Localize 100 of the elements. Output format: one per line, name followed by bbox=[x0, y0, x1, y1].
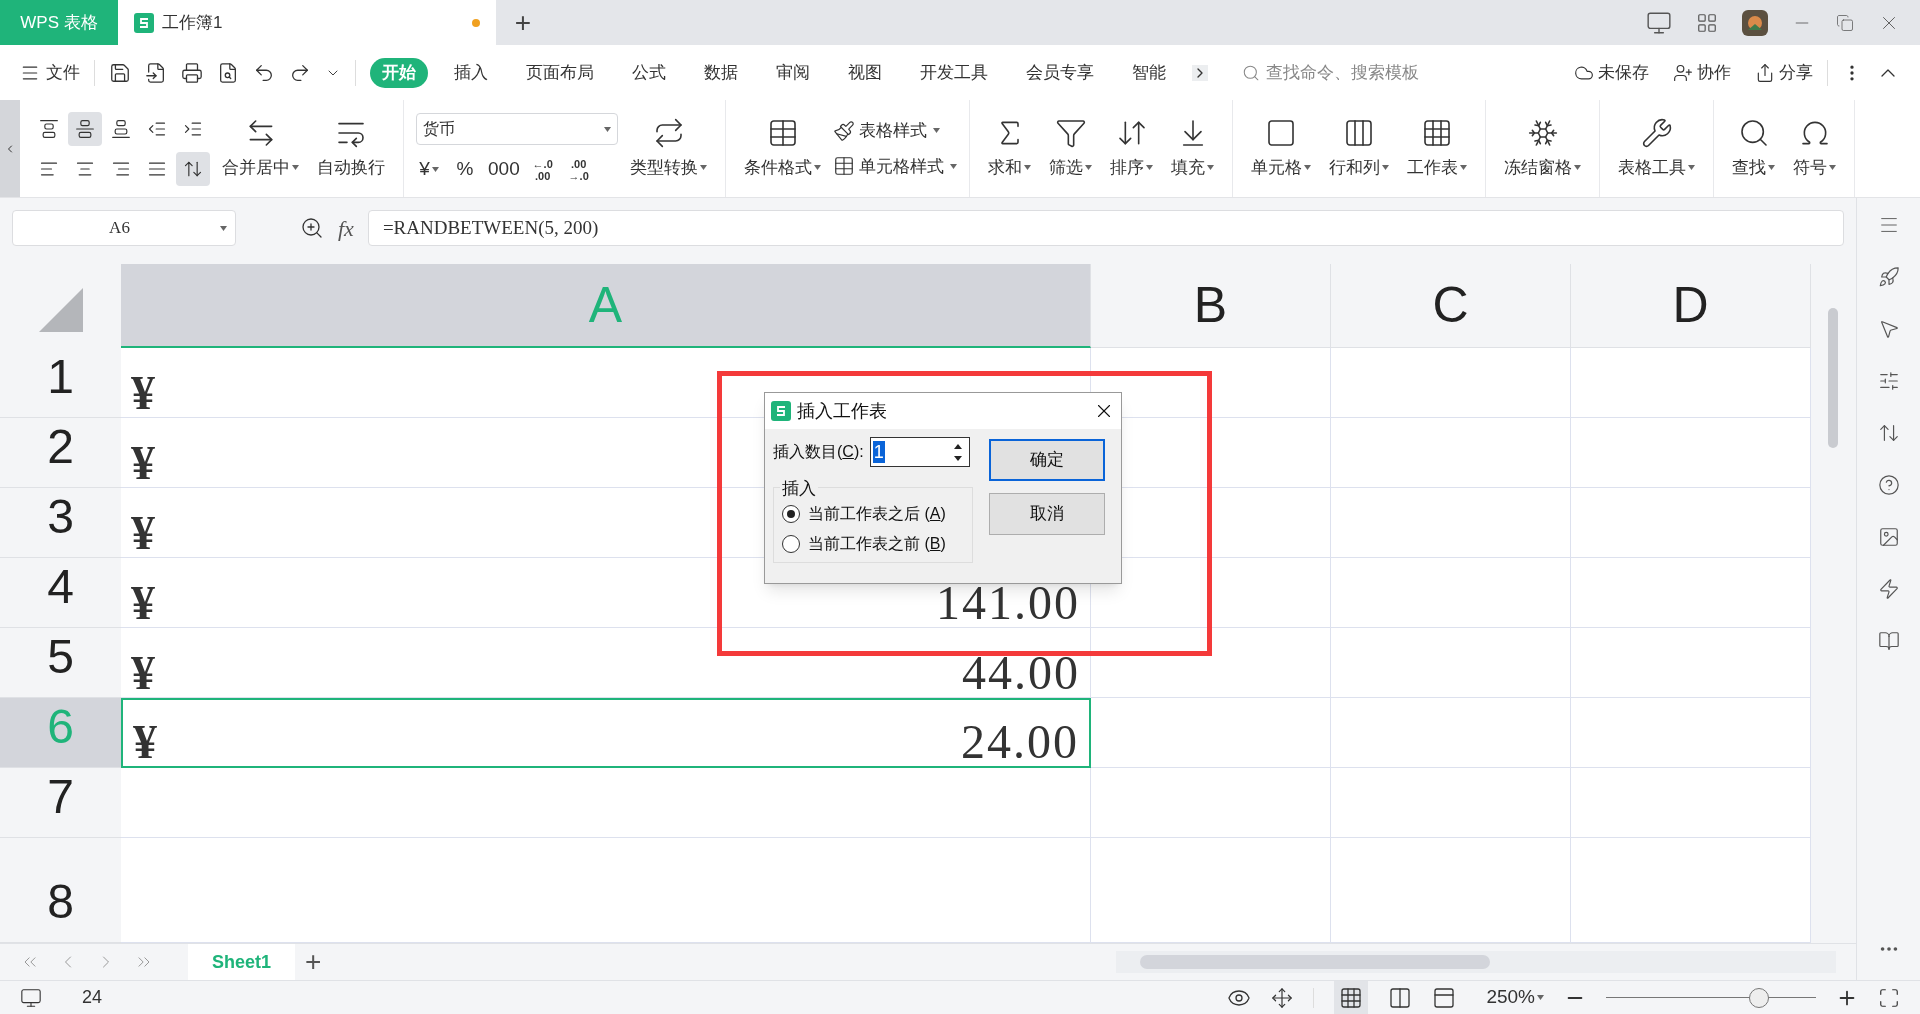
menu-tab[interactable]: 会员专享 bbox=[1014, 57, 1106, 88]
count-spin-field[interactable]: 1 bbox=[869, 437, 970, 467]
book-icon[interactable] bbox=[1877, 630, 1900, 652]
collapse-handle[interactable] bbox=[0, 100, 20, 197]
menu-tab[interactable]: 视图 bbox=[836, 57, 894, 88]
row-header[interactable]: 3 bbox=[0, 488, 121, 558]
table-cell[interactable] bbox=[1091, 628, 1331, 698]
table-cell[interactable] bbox=[1571, 768, 1811, 838]
table-cell[interactable] bbox=[1331, 558, 1571, 628]
ribbon-button[interactable]: 合并居中 bbox=[216, 106, 305, 191]
zoom-level-dropdown[interactable]: 250% bbox=[1486, 983, 1544, 1012]
table-cell[interactable] bbox=[1331, 488, 1571, 558]
command-search-field[interactable]: 查找命令、搜索模板 bbox=[1242, 59, 1502, 86]
table-cell[interactable] bbox=[1331, 698, 1571, 768]
align-button[interactable] bbox=[68, 111, 102, 146]
rocket-icon[interactable] bbox=[1877, 266, 1900, 288]
formula-field[interactable]: =RANDBETWEEN(5, 200) bbox=[367, 210, 1844, 246]
swap-icon[interactable] bbox=[1877, 422, 1900, 444]
image-icon[interactable] bbox=[1877, 526, 1900, 548]
ribbon-button[interactable]: 单元格样式 bbox=[833, 153, 957, 179]
macro-icon[interactable] bbox=[20, 986, 42, 1009]
row-header[interactable]: 5 bbox=[0, 628, 121, 698]
menu-tab[interactable]: 开发工具 bbox=[908, 57, 1000, 88]
new-tab-button[interactable]: + bbox=[496, 0, 550, 45]
row-header[interactable]: 4 bbox=[0, 558, 121, 628]
zoom-icon[interactable] bbox=[300, 216, 324, 240]
menu-tab[interactable]: 插入 bbox=[442, 57, 500, 88]
page-layout-icon[interactable] bbox=[1388, 985, 1413, 1010]
normal-view-icon[interactable] bbox=[1334, 980, 1369, 1014]
ribbon-button[interactable]: 查找 bbox=[1726, 106, 1781, 191]
export-icon[interactable] bbox=[145, 61, 167, 84]
table-cell[interactable] bbox=[1091, 698, 1331, 768]
position-radio[interactable]: 当前工作表之后 (A) bbox=[782, 502, 964, 526]
ribbon-button[interactable]: 表格工具 bbox=[1612, 106, 1701, 191]
help-icon[interactable] bbox=[1877, 474, 1900, 496]
page-break-icon[interactable] bbox=[1432, 985, 1457, 1010]
ribbon-button[interactable]: 类型转换 bbox=[624, 106, 713, 191]
ribbon-button[interactable]: 工作表 bbox=[1401, 106, 1473, 191]
row-header[interactable]: 1 bbox=[0, 348, 121, 418]
column-header[interactable]: D bbox=[1571, 264, 1811, 348]
table-cell[interactable] bbox=[1571, 628, 1811, 698]
menu-tab[interactable]: 页面布局 bbox=[514, 57, 606, 88]
column-header[interactable]: C bbox=[1331, 264, 1571, 348]
header-action[interactable]: 协作 bbox=[1673, 59, 1731, 86]
column-header[interactable]: B bbox=[1091, 264, 1331, 348]
dialog-button[interactable]: 确定 bbox=[989, 439, 1105, 481]
zoom-slider[interactable] bbox=[1606, 987, 1816, 1008]
row-header[interactable]: 7 bbox=[0, 768, 121, 838]
format-button[interactable]: 000 bbox=[488, 155, 520, 184]
table-cell[interactable] bbox=[1331, 348, 1571, 418]
ribbon-button[interactable]: 筛选 bbox=[1043, 106, 1098, 191]
document-tab[interactable]: 工作簿1 bbox=[118, 0, 496, 45]
avatar-icon[interactable] bbox=[1742, 9, 1768, 36]
ribbon-button[interactable]: 符号 bbox=[1787, 106, 1842, 191]
ribbon-button[interactable]: 求和 bbox=[982, 106, 1037, 191]
format-button[interactable]: .00 →.0 bbox=[565, 157, 592, 182]
ribbon-button[interactable]: 填充 bbox=[1165, 106, 1220, 191]
row-header[interactable]: 8 bbox=[0, 838, 121, 943]
name-box[interactable]: A6 bbox=[12, 210, 236, 246]
add-sheet-button[interactable]: + bbox=[295, 941, 332, 983]
number-format-dropdown[interactable]: 货币 bbox=[416, 113, 618, 146]
file-menu-button[interactable]: 文件 bbox=[20, 59, 80, 86]
ribbon-button[interactable]: 行和列 bbox=[1323, 106, 1395, 191]
format-button[interactable]: % bbox=[452, 155, 478, 184]
menu-tab[interactable]: 智能 bbox=[1120, 57, 1178, 88]
horizontal-scrollbar[interactable] bbox=[1116, 951, 1836, 973]
sliders-icon[interactable] bbox=[1877, 370, 1900, 392]
table-cell[interactable] bbox=[1331, 628, 1571, 698]
ribbon-button[interactable]: 排序 bbox=[1104, 106, 1159, 191]
menu-tab[interactable]: 数据 bbox=[692, 57, 750, 88]
print-preview-icon[interactable] bbox=[217, 61, 239, 84]
save-icon[interactable] bbox=[109, 61, 131, 84]
table-cell[interactable] bbox=[1571, 348, 1811, 418]
ribbon-button[interactable]: 表格样式 bbox=[833, 118, 957, 144]
scroll-right-icon[interactable] bbox=[1192, 64, 1208, 81]
ribbon-button[interactable]: 单元格 bbox=[1245, 106, 1317, 191]
header-action[interactable]: 分享 bbox=[1755, 59, 1813, 86]
table-cell[interactable] bbox=[1331, 418, 1571, 488]
ribbon-button[interactable]: 条件格式 bbox=[738, 106, 827, 191]
menu-tab[interactable]: 审阅 bbox=[764, 57, 822, 88]
ribbon-button[interactable]: 冻结窗格 bbox=[1498, 106, 1587, 191]
ribbon-button[interactable]: 自动换行 bbox=[311, 106, 391, 191]
align-button[interactable] bbox=[176, 151, 210, 186]
dialog-button[interactable]: 取消 bbox=[989, 493, 1105, 535]
table-cell[interactable] bbox=[1571, 488, 1811, 558]
table-cell[interactable] bbox=[1571, 418, 1811, 488]
function-label[interactable]: fx bbox=[338, 211, 354, 245]
grid-icon[interactable] bbox=[1696, 11, 1718, 34]
fullscreen-icon[interactable] bbox=[1878, 986, 1900, 1009]
table-cell[interactable] bbox=[1571, 698, 1811, 768]
format-button[interactable]: ←.0 .00 bbox=[529, 157, 556, 182]
restore-icon[interactable] bbox=[1836, 13, 1854, 32]
row-header[interactable]: 2 bbox=[0, 418, 121, 488]
table-cell[interactable] bbox=[121, 768, 1091, 838]
table-cell[interactable] bbox=[1091, 768, 1331, 838]
format-button[interactable]: ¥ bbox=[416, 155, 442, 184]
table-cell[interactable] bbox=[1331, 768, 1571, 838]
header-action[interactable]: 未保存 bbox=[1574, 59, 1649, 86]
position-radio[interactable]: 当前工作表之前 (B) bbox=[782, 532, 964, 556]
print-icon[interactable] bbox=[181, 61, 203, 84]
